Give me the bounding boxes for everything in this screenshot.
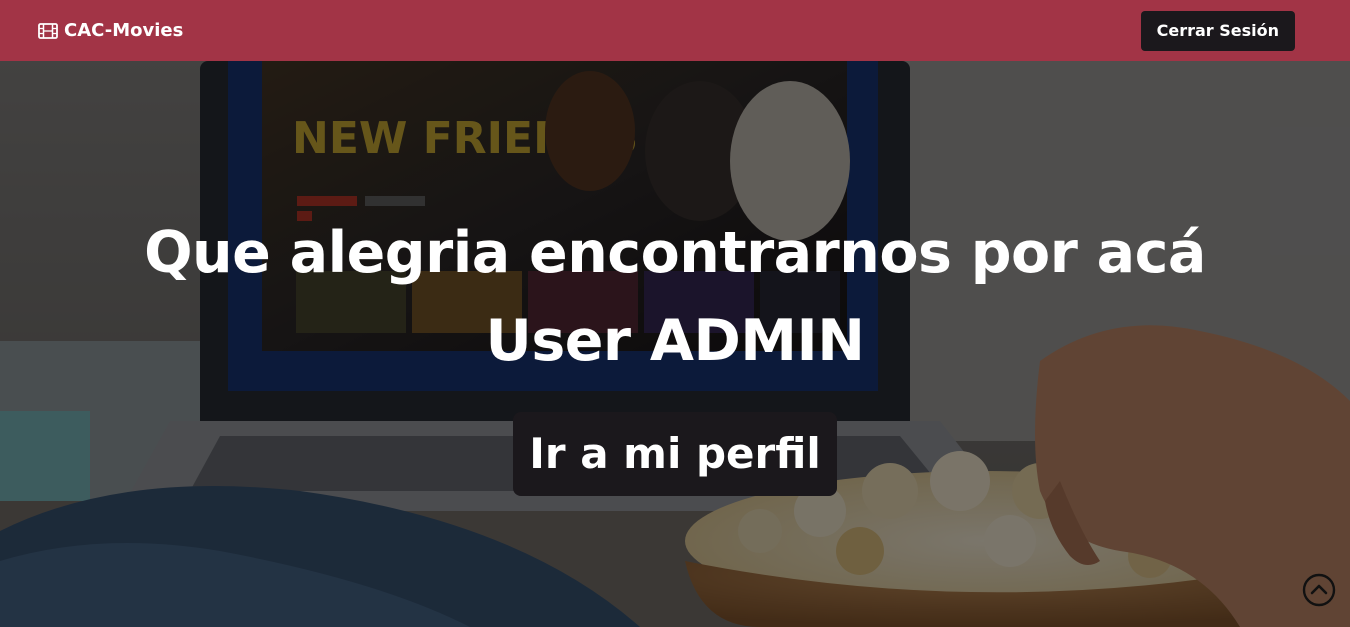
welcome-username: User ADMIN — [485, 308, 865, 374]
film-icon — [38, 22, 58, 39]
navbar: CAC-Movies Cerrar Sesión — [0, 0, 1350, 61]
hero-section: NEW FRIENDS — [0, 61, 1350, 627]
welcome-line-1: Que alegria encontrarnos por acá — [144, 220, 1206, 286]
brand-link[interactable]: CAC-Movies — [38, 20, 183, 41]
brand-label: CAC-Movies — [64, 20, 184, 41]
chevron-up-circle-icon[interactable] — [1302, 573, 1336, 607]
hero-content: Que alegria encontrarnos por acá User AD… — [0, 209, 1350, 496]
go-to-profile-button[interactable]: Ir a mi perfil — [513, 412, 837, 496]
logout-button[interactable]: Cerrar Sesión — [1140, 10, 1295, 51]
welcome-heading: Que alegria encontrarnos por acá User AD… — [0, 209, 1350, 385]
